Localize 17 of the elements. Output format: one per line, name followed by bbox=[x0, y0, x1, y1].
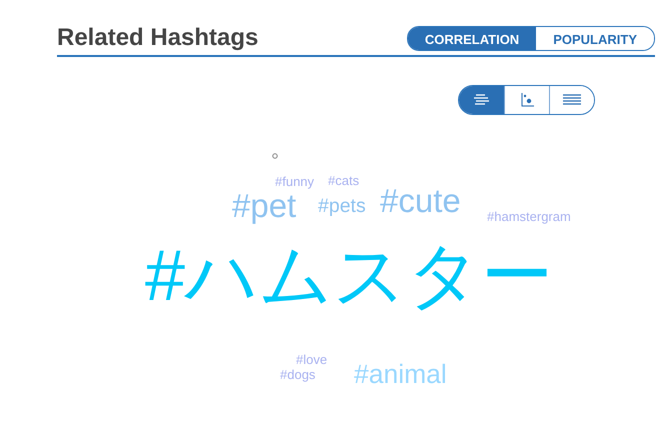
hashtag[interactable]: #ハムスター bbox=[145, 240, 554, 312]
hashtag[interactable]: #dogs bbox=[280, 368, 316, 381]
hashtag[interactable]: #cute bbox=[380, 184, 461, 217]
hashtag[interactable]: #animal bbox=[354, 361, 447, 388]
scatter-plot-icon bbox=[519, 92, 535, 108]
hashtag[interactable]: #funny bbox=[275, 175, 314, 188]
section-title: Related Hashtags bbox=[57, 24, 258, 52]
ring-icon bbox=[272, 153, 278, 159]
view-button[interactable] bbox=[459, 86, 504, 114]
hashtag[interactable]: #pets bbox=[318, 197, 366, 216]
view-button[interactable] bbox=[549, 86, 594, 114]
hashtag[interactable]: #pet bbox=[232, 189, 296, 222]
tab[interactable]: CORRELATION bbox=[408, 27, 536, 50]
hashtag[interactable]: #love bbox=[296, 353, 328, 366]
hashtag[interactable]: #hamstergram bbox=[487, 210, 571, 223]
list-icon bbox=[563, 94, 581, 106]
hashtag[interactable]: #cats bbox=[328, 174, 360, 187]
